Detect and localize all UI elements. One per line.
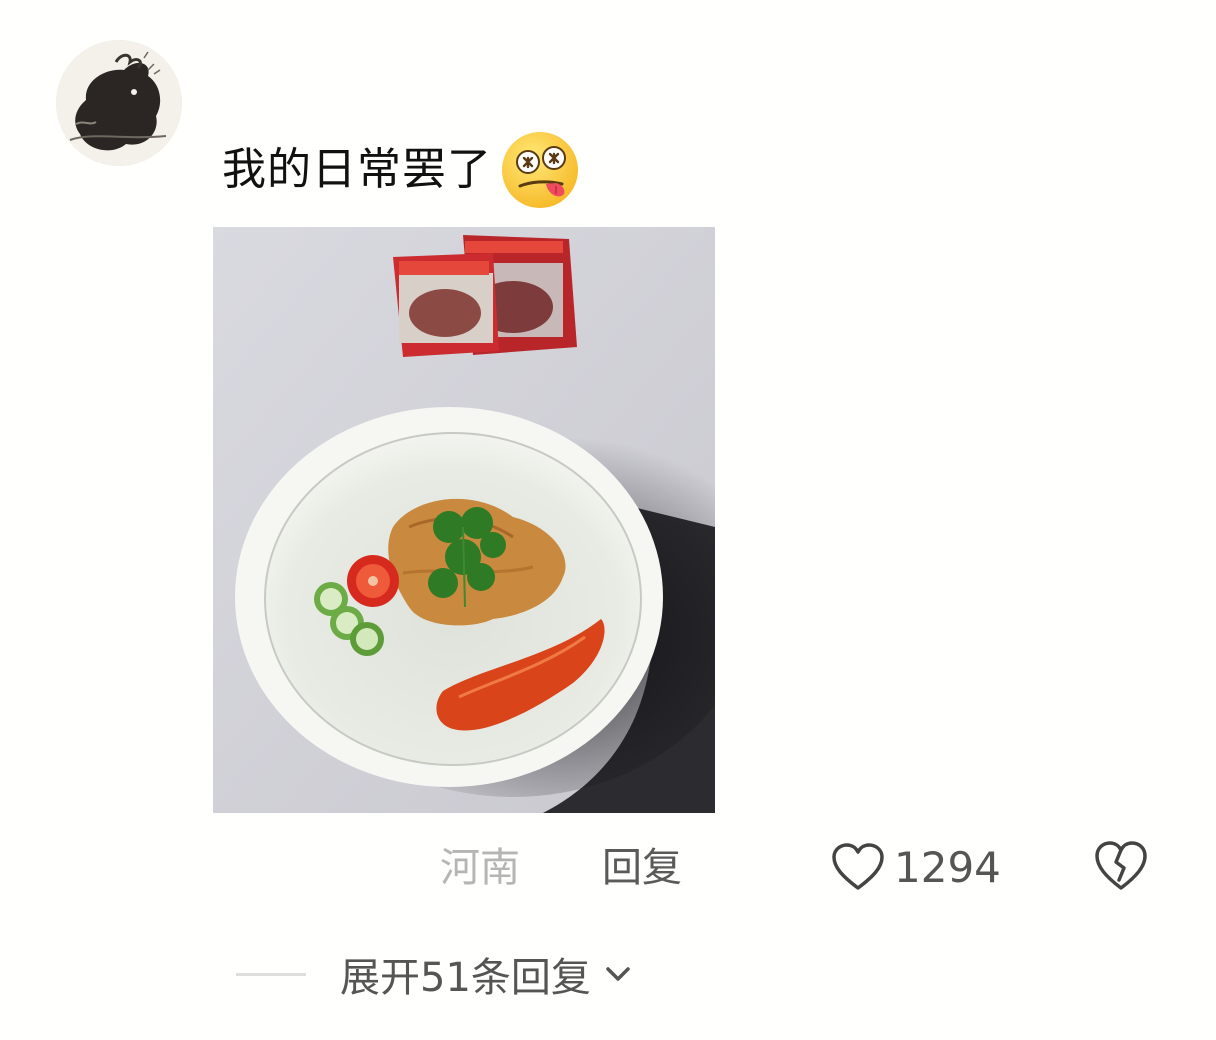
dislike-button[interactable] [1092,836,1150,894]
broken-heart-icon [1095,841,1147,890]
heart-outline-icon [830,841,886,893]
comment-content: 我的日常罢了 [222,128,582,212]
like-button[interactable]: 1294 [830,836,1001,898]
expand-replies-row: 展开51条回复 [236,944,635,1004]
comment-text: 我的日常罢了 [222,144,492,195]
user-avatar[interactable] [56,40,182,166]
expand-replies-button[interactable]: 展开51条回复 [340,945,635,1003]
drooling-money-eyes-emoji-icon [498,128,582,212]
avatar-image [56,40,182,166]
comment-photo[interactable] [213,227,715,813]
expand-replies-label: 展开51条回复 [340,955,591,1001]
divider-line [236,972,306,976]
like-count: 1294 [894,842,1001,892]
plated-food-image [213,227,715,813]
location-label: 河南 [440,845,520,891]
chevron-down-icon [601,957,635,991]
reply-button[interactable]: 回复 [602,838,682,898]
